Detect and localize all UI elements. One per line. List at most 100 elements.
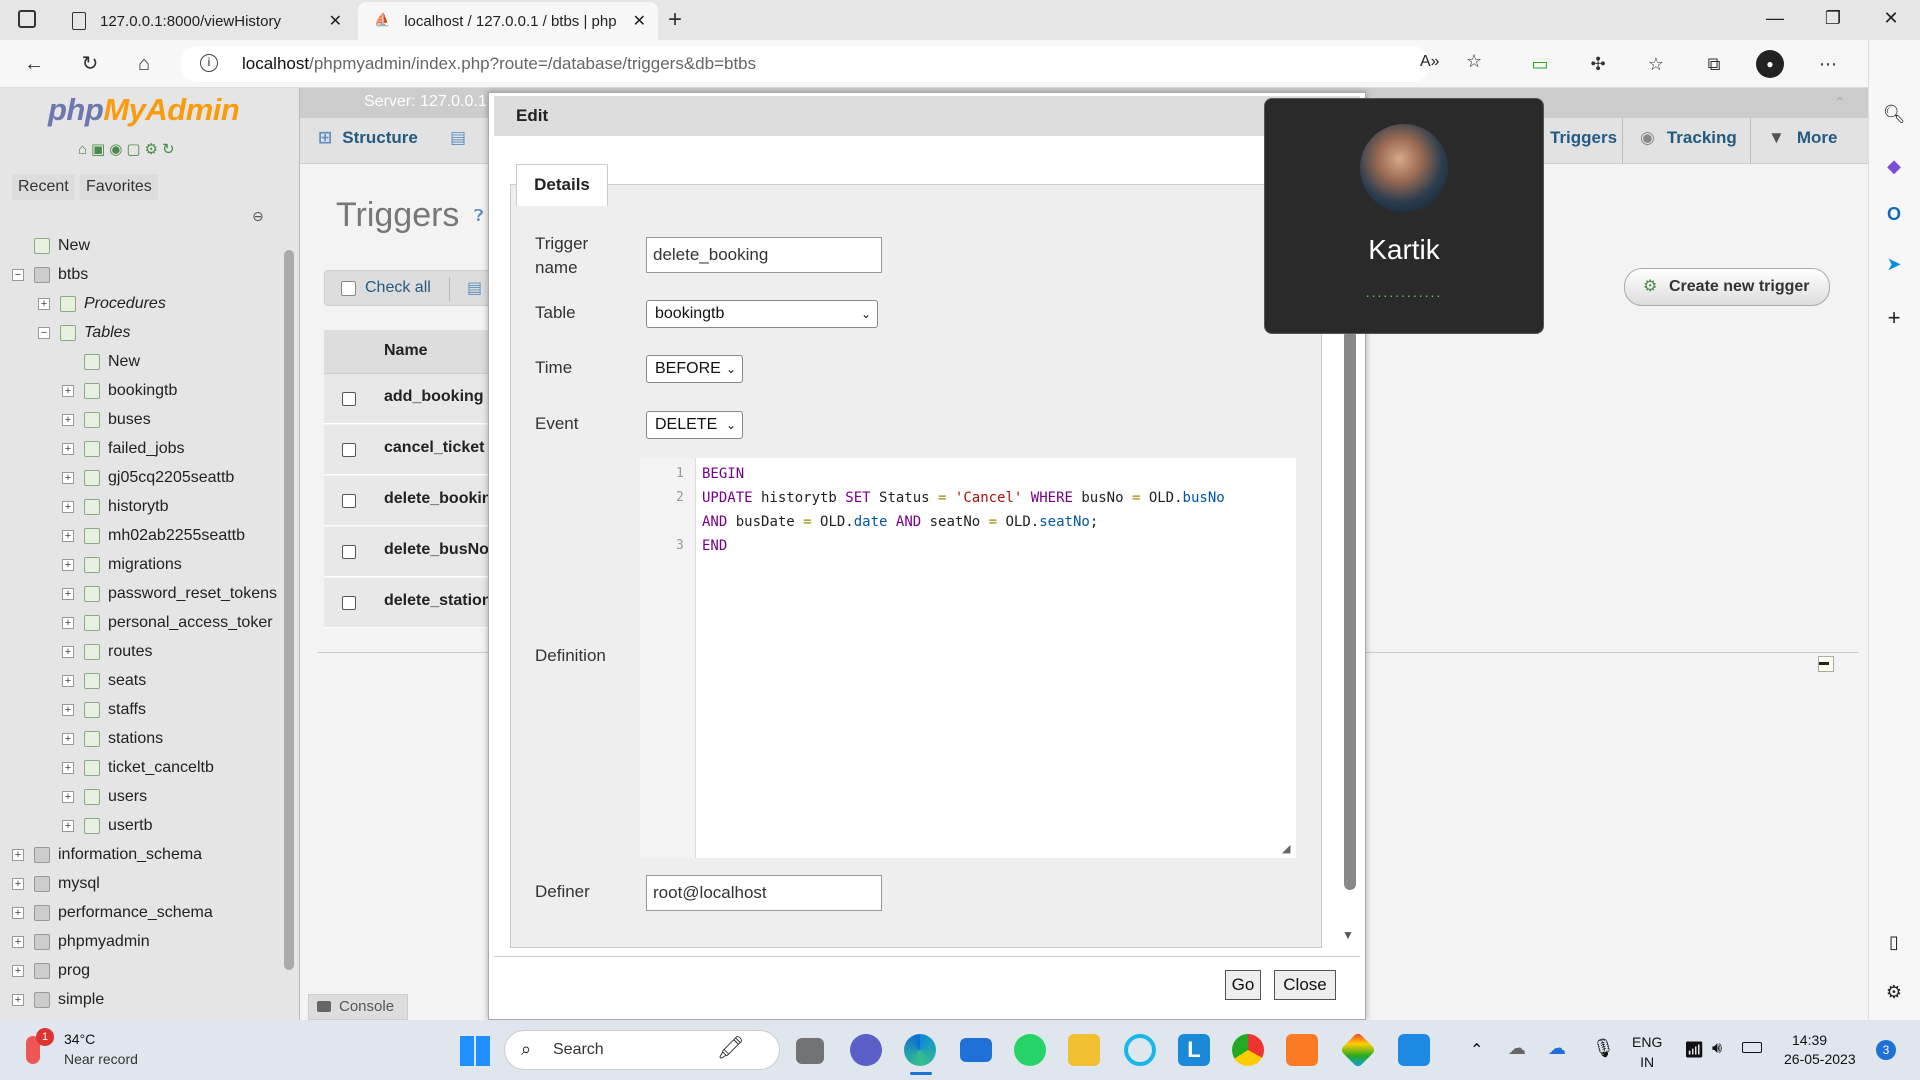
expand-icon[interactable]: +: [12, 994, 24, 1006]
tree-item-label[interactable]: ticket_canceltb: [108, 756, 214, 780]
expand-icon[interactable]: +: [12, 907, 24, 919]
tree-item-label[interactable]: information_schema: [58, 843, 202, 867]
expand-icon[interactable]: +: [62, 733, 74, 745]
nav-scrollbar-thumb[interactable]: [284, 250, 294, 970]
tree-item-label[interactable]: Procedures: [84, 292, 166, 316]
tree-item-label[interactable]: historytb: [108, 495, 168, 519]
tab-actions-icon[interactable]: [18, 10, 36, 28]
whatsapp-icon[interactable]: [1014, 1034, 1046, 1066]
tree-item-prog[interactable]: + prog: [0, 959, 282, 983]
browser-tab-history[interactable]: 127.0.0.1:8000/viewHistory ✕: [56, 2, 354, 40]
tree-item-label[interactable]: personal_access_toker: [108, 611, 273, 635]
definer-field[interactable]: root@localhost: [646, 875, 882, 911]
tree-item-phpmyadmin[interactable]: + phpmyadmin: [0, 930, 282, 954]
tree-item-label[interactable]: New: [108, 350, 140, 374]
check-all-checkbox[interactable]: [341, 281, 356, 296]
expand-icon[interactable]: +: [62, 704, 74, 716]
row-checkbox[interactable]: [342, 545, 356, 559]
task-view-icon[interactable]: [796, 1038, 824, 1064]
link-icon[interactable]: ⊖: [252, 208, 264, 225]
read-aloud-icon[interactable]: A»: [1420, 53, 1440, 71]
reload-icon[interactable]: ↻: [76, 50, 104, 78]
cloud-icon[interactable]: ☁: [1508, 1038, 1526, 1059]
onedrive-icon[interactable]: ☁: [1548, 1038, 1566, 1059]
new-tab-plus-icon[interactable]: +: [668, 6, 682, 34]
file-explorer-icon[interactable]: [1068, 1034, 1100, 1066]
tree-item-bookingtb[interactable]: + bookingtb: [0, 379, 282, 403]
row-checkbox[interactable]: [342, 596, 356, 610]
page-settings-icon[interactable]: ▬: [1818, 656, 1834, 672]
xampp-icon[interactable]: [1286, 1034, 1318, 1066]
expand-icon[interactable]: +: [12, 965, 24, 977]
tree-item-usertb[interactable]: + usertb: [0, 814, 282, 838]
nav-tab-recent[interactable]: Recent: [12, 174, 75, 200]
expand-icon[interactable]: +: [62, 443, 74, 455]
scroll-down-arrow-icon[interactable]: ▼: [1342, 928, 1354, 942]
tab-details[interactable]: Details: [516, 164, 608, 206]
settings-gear-icon[interactable]: ⚙: [1880, 978, 1908, 1006]
close-button[interactable]: Close: [1274, 970, 1336, 1000]
alexa-icon[interactable]: [1124, 1034, 1156, 1066]
tree-item-label[interactable]: buses: [108, 408, 151, 432]
expand-icon[interactable]: +: [62, 385, 74, 397]
expand-icon[interactable]: +: [12, 936, 24, 948]
restore-icon[interactable]: ❐: [1818, 8, 1848, 29]
tree-item-users[interactable]: + users: [0, 785, 282, 809]
outlook-icon[interactable]: O: [1880, 200, 1908, 228]
extensions-icon[interactable]: ✣: [1584, 50, 1612, 78]
tree-item-buses[interactable]: + buses: [0, 408, 282, 432]
minimize-icon[interactable]: —: [1760, 8, 1790, 29]
l-app-icon[interactable]: L: [1178, 1034, 1210, 1066]
profile-avatar-icon[interactable]: ●: [1756, 50, 1784, 78]
home-icon[interactable]: ⌂: [130, 50, 158, 78]
row-checkbox[interactable]: [342, 494, 356, 508]
dialog-scrollbar-thumb[interactable]: [1344, 330, 1356, 890]
tree-item-gj05cq2205seattb[interactable]: + gj05cq2205seattb: [0, 466, 282, 490]
event-select[interactable]: DELETE ⌄: [646, 411, 743, 439]
tree-item-migrations[interactable]: + migrations: [0, 553, 282, 577]
close-icon[interactable]: ✕: [633, 11, 646, 31]
help-icon[interactable]: ❓︎: [474, 208, 484, 226]
more-menu-icon[interactable]: ⋯: [1814, 50, 1842, 78]
tab-triggers[interactable]: Triggers: [1550, 128, 1617, 148]
send-icon[interactable]: ➤: [1880, 250, 1908, 278]
tree-item-label[interactable]: New: [58, 234, 90, 258]
start-windows-icon[interactable]: [460, 1036, 490, 1066]
collapse-icon[interactable]: −: [12, 269, 24, 281]
expand-icon[interactable]: +: [62, 414, 74, 426]
teams-chat-icon[interactable]: [850, 1034, 882, 1066]
collapse-icon[interactable]: ⌃: [1834, 94, 1846, 111]
wifi-icon[interactable]: 📶︎: [1684, 1040, 1704, 1060]
quick-links-icons[interactable]: ⌂▣◉▢⚙↻: [78, 140, 179, 158]
tree-item-label[interactable]: gj05cq2205seattb: [108, 466, 234, 490]
weather-temp[interactable]: 34°C: [64, 1031, 95, 1047]
nav-tab-favorites[interactable]: Favorites: [80, 174, 158, 200]
trigger-name-field[interactable]: delete_booking: [646, 237, 882, 273]
check-all-label[interactable]: Check all: [365, 279, 431, 297]
console-toggle[interactable]: Console: [308, 994, 408, 1020]
tree-item-label[interactable]: password_reset_tokens: [108, 582, 277, 606]
tree-item-new[interactable]: New: [0, 234, 282, 258]
close-icon[interactable]: ✕: [329, 11, 342, 31]
language-indicator[interactable]: ENG IN: [1632, 1032, 1662, 1072]
clock-time[interactable]: 14:39: [1792, 1032, 1827, 1048]
expand-icon[interactable]: +: [62, 791, 74, 803]
url-field[interactable]: i localhost/phpmyadmin/index.php?route=/…: [180, 46, 1482, 82]
expand-icon[interactable]: +: [38, 298, 50, 310]
expand-icon[interactable]: +: [62, 501, 74, 513]
chrome-icon[interactable]: [1232, 1034, 1264, 1066]
expand-icon[interactable]: +: [62, 472, 74, 484]
tree-item-label[interactable]: stations: [108, 727, 163, 751]
tree-item-performance-schema[interactable]: + performance_schema: [0, 901, 282, 925]
edge-browser-icon[interactable]: [904, 1034, 936, 1066]
collections-icon[interactable]: ⧉: [1700, 50, 1728, 78]
tree-item-btbs[interactable]: − btbs: [0, 263, 282, 287]
tab-sql[interactable]: ▤: [450, 128, 466, 148]
tree-item-label[interactable]: routes: [108, 640, 152, 664]
tree-item-label[interactable]: performance_schema: [58, 901, 213, 925]
tree-item-password-reset-tokens[interactable]: + password_reset_tokens: [0, 582, 282, 606]
tree-item-mh02ab2255seattb[interactable]: + mh02ab2255seattb: [0, 524, 282, 548]
tree-item-label[interactable]: staffs: [108, 698, 146, 722]
tree-item-new[interactable]: New: [0, 350, 282, 374]
tree-item-label[interactable]: bookingtb: [108, 379, 177, 403]
